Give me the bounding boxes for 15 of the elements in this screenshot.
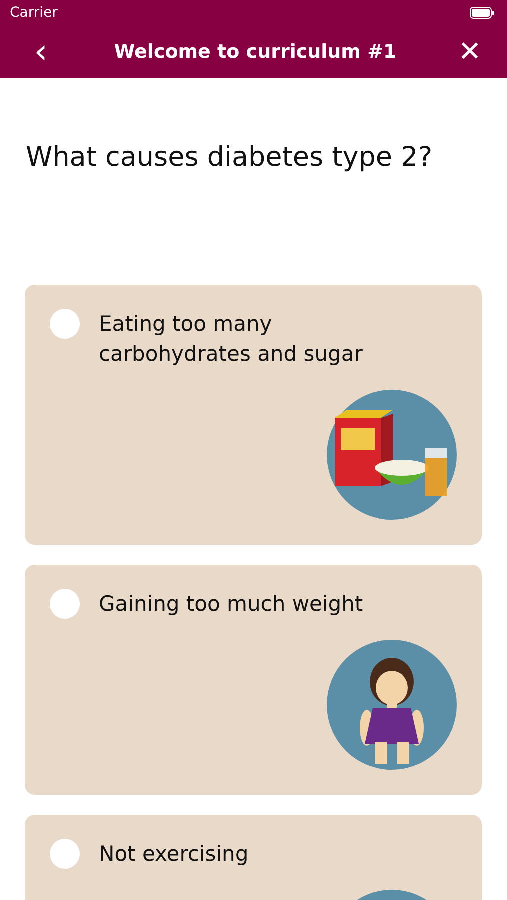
radio-button[interactable] <box>50 839 80 869</box>
carrier-label: Carrier <box>10 5 58 21</box>
answer-card[interactable]: Not exercising <box>25 815 482 900</box>
answer-card[interactable]: Eating too many carbohydrates and sugar <box>25 285 482 545</box>
screen-title: Welcome to curriculum #1 <box>114 41 397 63</box>
answer-label: Eating too many carbohydrates and sugar <box>99 311 364 368</box>
close-button[interactable]: ✕ <box>455 38 485 66</box>
answer-card[interactable]: Gaining too much weight <box>25 565 482 795</box>
radio-button[interactable] <box>50 309 80 339</box>
answer-label: Not exercising <box>99 841 249 868</box>
battery-icon <box>470 7 495 19</box>
question-text: What causes diabetes type 2? <box>26 142 434 173</box>
back-button[interactable]: ‹ <box>26 35 56 69</box>
answer-label: Gaining too much weight <box>99 591 364 618</box>
radio-button[interactable] <box>50 589 80 619</box>
